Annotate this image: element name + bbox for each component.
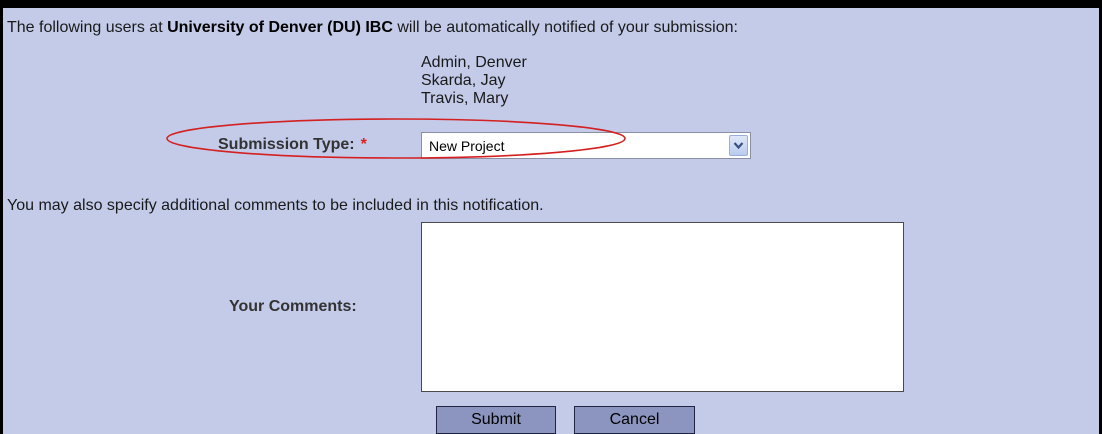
submission-type-label: Submission Type: * (218, 136, 367, 154)
notification-intro-text: The following users at University of Den… (7, 19, 738, 37)
cancel-button[interactable]: Cancel (574, 406, 695, 434)
institution-name: University of Denver (DU) IBC (167, 19, 393, 36)
intro-suffix: will be automatically notified of your s… (392, 19, 738, 36)
submission-type-selected-value: New Project (429, 138, 505, 154)
notified-user: Skarda, Jay (421, 72, 506, 89)
required-marker: * (360, 136, 367, 153)
comments-instruction-text: You may also specify additional comments… (7, 197, 544, 214)
notified-user: Travis, Mary (421, 90, 509, 107)
submission-type-select[interactable]: New Project (421, 132, 751, 159)
submit-button[interactable]: Submit (436, 406, 556, 434)
notified-users-list: Admin, Denver Skarda, Jay Travis, Mary (421, 54, 527, 108)
your-comments-label: Your Comments: (229, 298, 357, 315)
intro-prefix: The following users at (7, 19, 168, 36)
chevron-down-icon (733, 142, 744, 150)
dropdown-button[interactable] (729, 135, 748, 156)
submission-type-label-text: Submission Type: (218, 136, 355, 153)
comments-textarea[interactable] (421, 222, 904, 392)
notification-panel: The following users at University of Den… (0, 0, 1102, 434)
notified-user: Admin, Denver (421, 54, 527, 71)
